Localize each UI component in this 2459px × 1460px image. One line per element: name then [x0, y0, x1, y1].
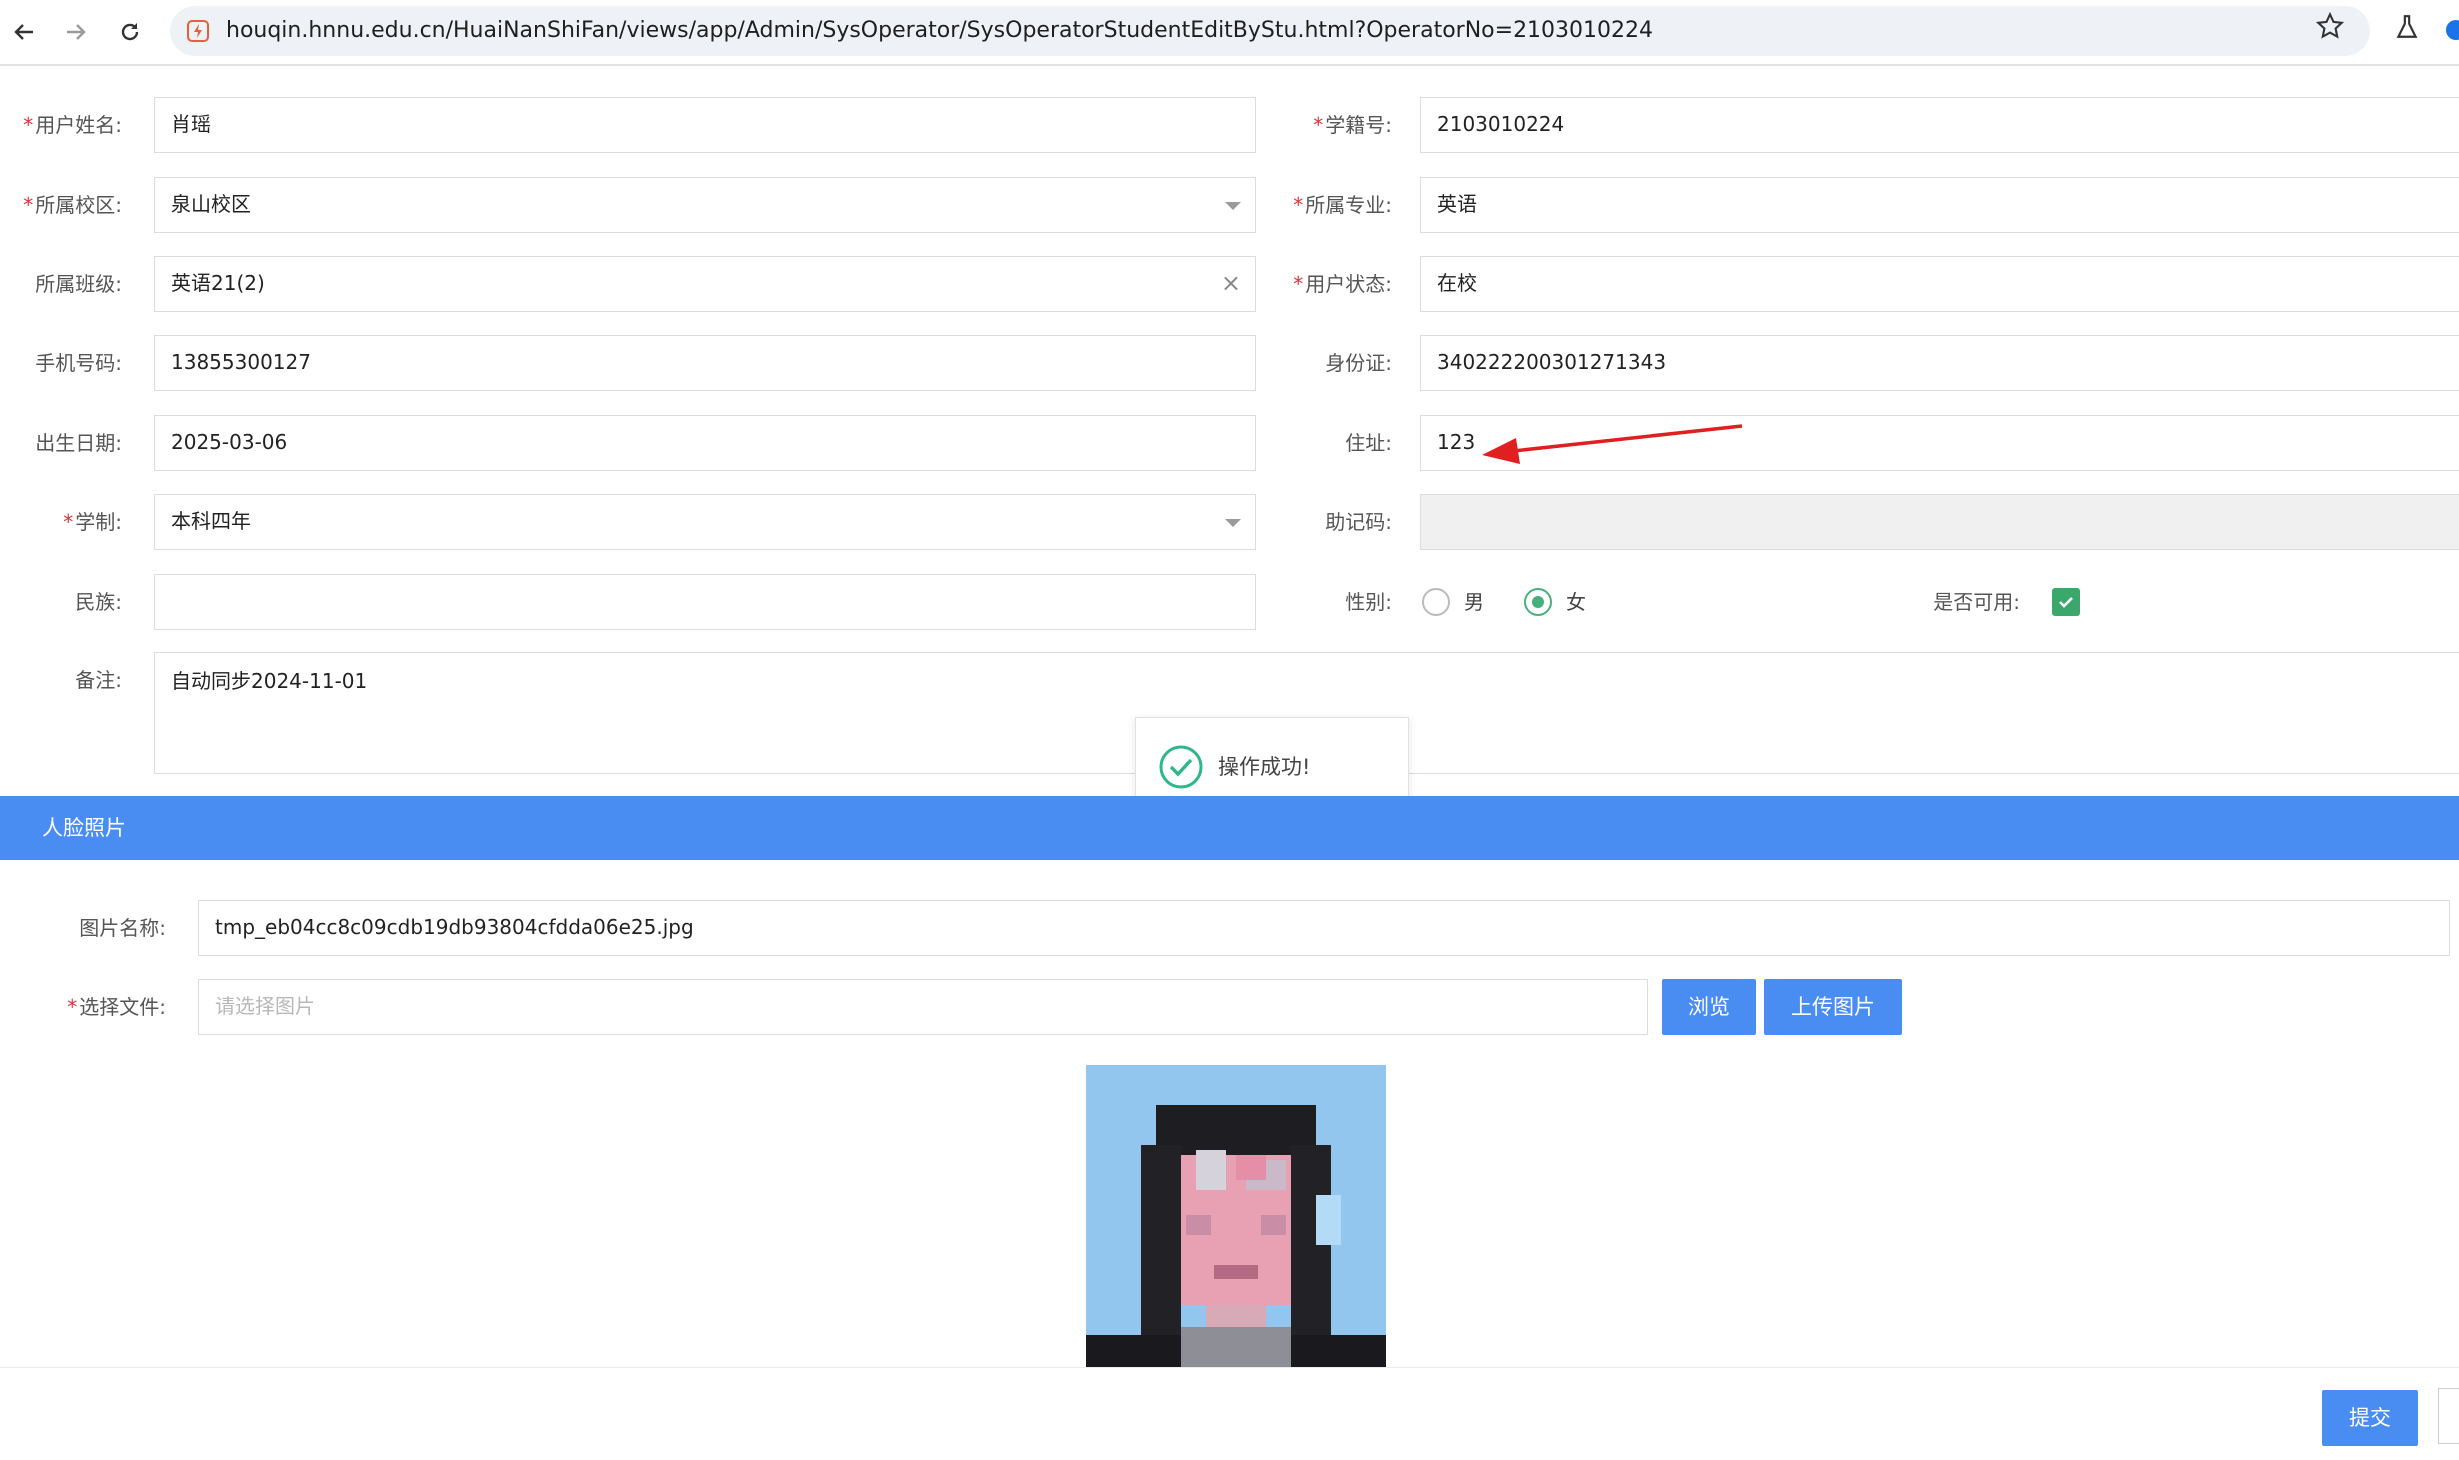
check-circle-icon — [1159, 745, 1203, 789]
class-value: 英语21(2) — [171, 271, 265, 295]
dropdown-caret-icon — [1225, 202, 1241, 210]
file-label: * 选择文件: — [67, 995, 166, 1019]
enabled-label: 是否可用: — [1933, 590, 2020, 614]
gender-label: 性别: — [1345, 590, 1392, 614]
student-no-label: * 学籍号: — [1313, 113, 1392, 137]
phone-input[interactable]: 13855300127 — [154, 335, 1256, 391]
id-card-label: 身份证: — [1325, 351, 1392, 375]
mnemonic-label: 助记码: — [1325, 510, 1392, 534]
back-arrow-icon[interactable] — [6, 14, 42, 50]
name-input[interactable]: 肖瑶 — [154, 97, 1256, 153]
gender-male-label: 男 — [1464, 590, 1484, 614]
image-name-input[interactable]: tmp_eb04cc8c09cdb19db93804cfdda06e25.jpg — [198, 900, 2450, 956]
browse-button[interactable]: 浏览 — [1662, 979, 1756, 1035]
gender-female-label: 女 — [1566, 590, 1586, 614]
campus-value: 泉山校区 — [171, 192, 251, 216]
checkmark-icon — [2059, 597, 2073, 608]
face-section-title: 人脸照片 — [42, 816, 126, 840]
clear-icon[interactable]: × — [1221, 257, 1241, 310]
class-input[interactable]: 英语21(2) × — [154, 256, 1256, 312]
profile-avatar[interactable] — [2446, 20, 2459, 40]
major-label: * 所属专业: — [1293, 193, 1392, 217]
status-label: * 用户状态: — [1293, 272, 1392, 296]
gender-male-radio[interactable] — [1422, 588, 1450, 616]
campus-select[interactable]: 泉山校区 — [154, 177, 1256, 233]
remark-label: 备注: — [75, 668, 122, 692]
program-length-select[interactable]: 本科四年 — [154, 494, 1256, 550]
phone-label: 手机号码: — [35, 351, 122, 375]
annotation-arrow — [1482, 424, 1743, 464]
birth-date-input[interactable]: 2025-03-06 — [154, 415, 1256, 471]
gender-female-radio[interactable] — [1524, 588, 1552, 616]
address-bar[interactable]: houqin.hnnu.edu.cn/HuaiNanShiFan/views/a… — [170, 6, 2370, 56]
browser-toolbar: houqin.hnnu.edu.cn/HuaiNanShiFan/views/a… — [0, 0, 2459, 66]
footer-bar — [0, 1367, 2459, 1460]
ethnicity-input[interactable] — [154, 574, 1256, 630]
upload-image-button[interactable]: 上传图片 — [1764, 979, 1902, 1035]
status-input[interactable]: 在校 — [1420, 256, 2459, 312]
submit-button[interactable]: 提交 — [2322, 1390, 2418, 1446]
forward-arrow-icon[interactable] — [58, 14, 94, 50]
url-text: houqin.hnnu.edu.cn/HuaiNanShiFan/views/a… — [226, 18, 1654, 43]
secondary-button[interactable] — [2438, 1388, 2459, 1444]
star-icon[interactable] — [2316, 12, 2344, 40]
ethnicity-label: 民族: — [75, 590, 122, 614]
enabled-checkbox[interactable] — [2052, 588, 2080, 616]
student-no-input[interactable]: 2103010224 — [1420, 97, 2459, 153]
labs-flask-icon[interactable] — [2394, 14, 2420, 40]
face-section-header: 人脸照片 — [0, 796, 2459, 860]
image-name-label: 图片名称: — [79, 916, 166, 940]
address-label: 住址: — [1345, 431, 1392, 455]
program-length-value: 本科四年 — [171, 509, 251, 533]
face-photo — [1086, 1065, 1386, 1367]
reload-icon[interactable] — [112, 14, 148, 50]
major-input[interactable]: 英语 — [1420, 177, 2459, 233]
campus-label: * 所属校区: — [23, 193, 122, 217]
program-length-label: * 学制: — [63, 510, 122, 534]
class-label: 所属班级: — [35, 272, 122, 296]
site-icon — [187, 20, 209, 42]
id-card-input[interactable]: 340222200301271343 — [1420, 335, 2459, 391]
file-input[interactable]: 请选择图片 — [198, 979, 1648, 1035]
dropdown-caret-icon — [1225, 519, 1241, 527]
birth-date-label: 出生日期: — [35, 431, 122, 455]
name-label: * 用户姓名: — [23, 113, 122, 137]
mnemonic-input — [1420, 494, 2459, 550]
